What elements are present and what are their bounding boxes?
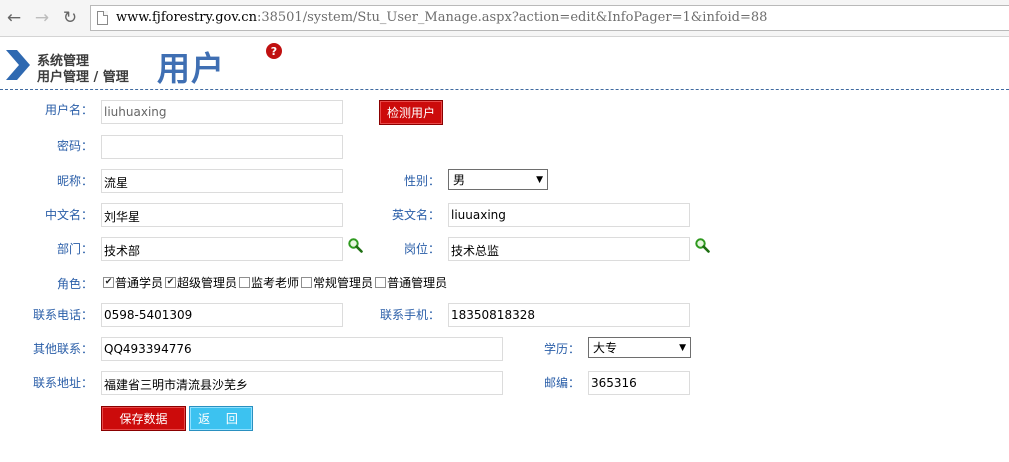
back-arrow-icon[interactable]: ← bbox=[3, 7, 25, 29]
other-contact-input[interactable]: QQ493394776 bbox=[101, 337, 503, 361]
education-selected: 大专 bbox=[593, 341, 618, 355]
phone-label: 联系电话： bbox=[32, 308, 93, 322]
role-option[interactable]: 普通管理员 bbox=[375, 274, 447, 291]
username-input[interactable]: liuhuaxing bbox=[101, 100, 343, 124]
role-checkbox[interactable]: ✔ bbox=[165, 277, 177, 288]
page-title: 用户 bbox=[157, 49, 225, 88]
role-checkbox[interactable] bbox=[375, 277, 387, 288]
gender-selected: 男 bbox=[453, 173, 466, 187]
back-button[interactable]: 返 回 bbox=[189, 406, 253, 431]
postcode-label: 邮编： bbox=[543, 376, 580, 390]
password-input[interactable] bbox=[101, 135, 343, 159]
role-checkbox[interactable] bbox=[239, 277, 251, 288]
help-icon[interactable]: ? bbox=[266, 43, 282, 59]
english-name-input[interactable]: liuuaxing bbox=[448, 203, 690, 227]
dropdown-arrow-icon: ▼ bbox=[536, 174, 543, 185]
page-icon bbox=[97, 11, 108, 25]
role-label: 超级管理员 bbox=[177, 276, 238, 290]
breadcrumb: 用户管理 / 管理 bbox=[37, 70, 129, 85]
address-label: 联系地址： bbox=[32, 376, 93, 390]
url-text: www.fjforestry.gov.cn:38501/system/Stu_U… bbox=[116, 10, 767, 25]
divider bbox=[0, 89, 1009, 90]
education-select[interactable]: 大专 ▼ bbox=[588, 337, 691, 358]
save-button[interactable]: 保存数据 bbox=[101, 406, 186, 431]
role-checkbox[interactable] bbox=[301, 277, 313, 288]
forward-arrow-icon[interactable]: → bbox=[31, 7, 53, 29]
dropdown-arrow-icon: ▼ bbox=[679, 342, 686, 353]
mobile-label: 联系手机： bbox=[379, 308, 440, 322]
chinese-name-label: 中文名： bbox=[44, 208, 93, 222]
check-user-button[interactable]: 检测用户 bbox=[379, 100, 443, 125]
mobile-input[interactable]: 18350818328 bbox=[448, 303, 690, 327]
url-path: :38501/system/Stu_User_Manage.aspx?actio… bbox=[256, 10, 768, 25]
department-input[interactable]: 技术部 bbox=[101, 237, 343, 261]
chinese-name-input[interactable]: 刘华星 bbox=[101, 203, 343, 227]
roles-checkbox-group: ✔ 普通学员 ✔ 超级管理员 监考老师 常规管理员 普通管理员 bbox=[103, 274, 449, 291]
address-bar[interactable]: www.fjforestry.gov.cn:38501/system/Stu_U… bbox=[90, 5, 1009, 31]
role-label: 普通管理员 bbox=[387, 276, 448, 290]
postcode-input[interactable]: 365316 bbox=[588, 371, 690, 395]
position-input[interactable]: 技术总监 bbox=[448, 237, 690, 261]
reload-icon[interactable]: ↻ bbox=[59, 7, 81, 29]
role-option[interactable]: 监考老师 bbox=[239, 274, 299, 291]
other-contact-label: 其他联系： bbox=[32, 342, 93, 356]
position-label: 岗位： bbox=[403, 242, 440, 256]
gender-select[interactable]: 男 ▼ bbox=[448, 169, 548, 190]
roles-label: 角色： bbox=[56, 277, 93, 291]
nickname-label: 昵称： bbox=[56, 174, 93, 188]
role-label: 监考老师 bbox=[251, 276, 300, 290]
role-checkbox[interactable]: ✔ bbox=[103, 277, 114, 288]
nickname-input[interactable]: 流星 bbox=[101, 169, 343, 193]
department-label: 部门： bbox=[56, 242, 93, 256]
search-position-icon[interactable] bbox=[694, 237, 710, 253]
education-label: 学历： bbox=[543, 342, 580, 356]
role-label: 常规管理员 bbox=[313, 276, 374, 290]
role-option[interactable]: ✔ 普通学员 bbox=[103, 274, 163, 291]
url-host: www.fjforestry.gov.cn bbox=[116, 10, 257, 25]
password-label: 密码： bbox=[56, 139, 93, 153]
english-name-label: 英文名： bbox=[391, 208, 440, 222]
role-option[interactable]: ✔ 超级管理员 bbox=[165, 274, 237, 291]
phone-input[interactable]: 0598-5401309 bbox=[101, 303, 343, 327]
chevron-right-icon bbox=[6, 50, 30, 80]
role-option[interactable]: 常规管理员 bbox=[301, 274, 373, 291]
gender-label: 性别： bbox=[403, 174, 440, 188]
address-input[interactable]: 福建省三明市清流县沙芜乡 bbox=[101, 371, 503, 395]
username-label: 用户名： bbox=[44, 103, 93, 117]
role-label: 普通学员 bbox=[115, 276, 164, 290]
